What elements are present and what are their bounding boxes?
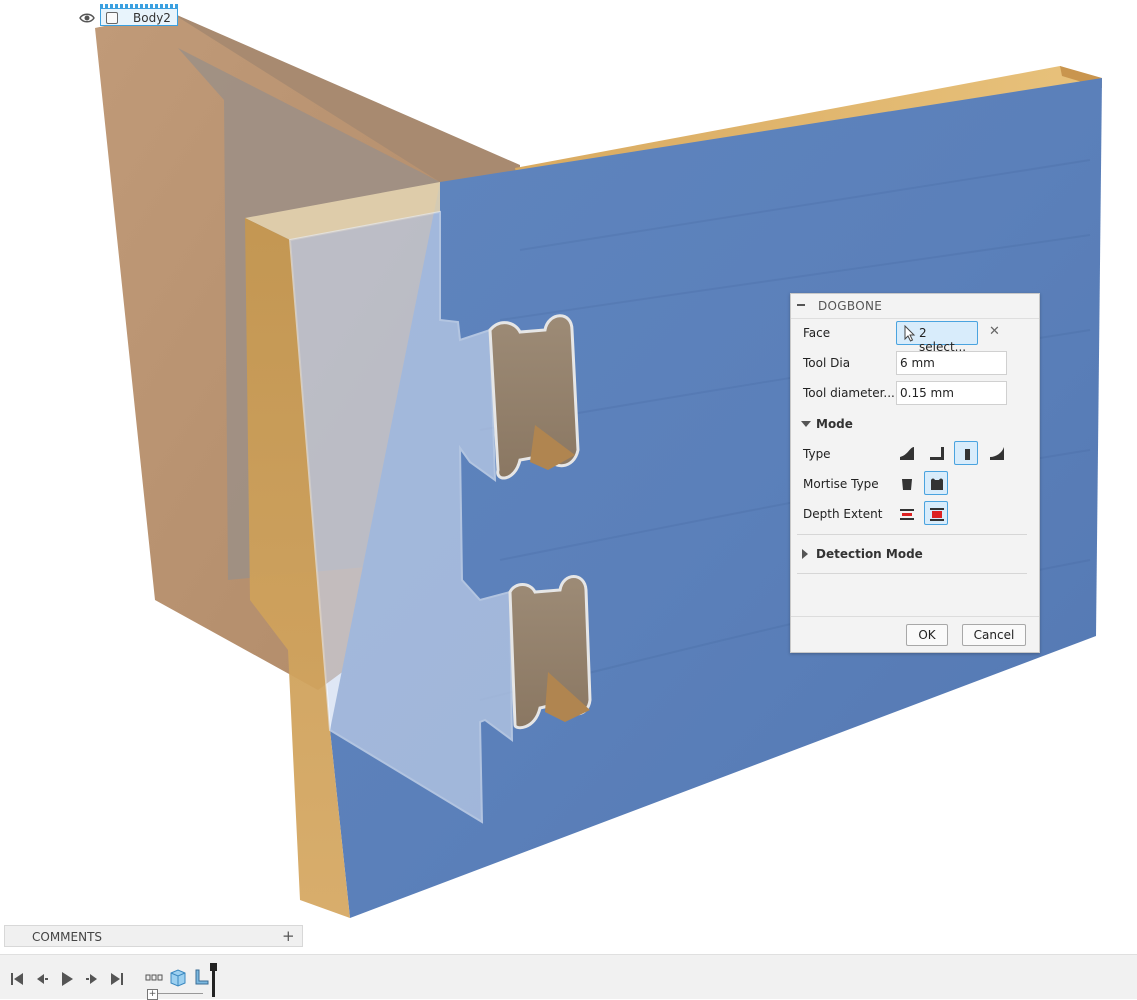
browser-body-row[interactable]: Body2 [76,4,186,28]
dogbone-feature-icon[interactable] [193,967,209,985]
next-icon[interactable] [84,971,100,987]
eye-icon[interactable] [79,11,95,25]
dialog-header[interactable]: DOGBONE [791,294,1039,319]
mortise-label: Mortise Type [803,477,879,491]
mode-section-label: Mode [816,417,853,431]
play-icon[interactable] [59,971,75,987]
detection-section-label: Detection Mode [816,547,923,561]
depth-from-top-icon[interactable] [894,501,918,525]
cursor-icon [904,325,916,342]
collapse-icon[interactable] [797,304,805,306]
mortise-row: Mortise Type [791,471,1039,499]
first-icon[interactable] [9,971,25,987]
dialog-footer: OK Cancel [791,616,1039,653]
type-label: Type [803,447,831,461]
depth-extent-label: Depth Extent [803,507,883,521]
dogbone-dialog: DOGBONE Face 2 select... ✕ Tool Dia Tool… [790,293,1040,653]
tool-offset-input[interactable] [896,381,1007,405]
separator [797,573,1027,574]
detection-section-header[interactable]: Detection Mode [791,542,1039,566]
tool-offset-label: Tool diameter... [803,386,895,400]
depth-extent-row: Depth Extent [791,501,1039,529]
face-select-button[interactable]: 2 select... [896,321,978,354]
body-item[interactable]: Body2 [100,8,178,26]
collapsed-triangle-icon [802,549,808,559]
group-bracket [158,993,203,994]
radius-corner-icon[interactable] [984,441,1008,465]
comments-panel[interactable]: COMMENTS + [4,925,303,947]
face-row: Face 2 select... ✕ [791,320,1039,354]
type-row: Type [791,441,1039,469]
tool-dia-label: Tool Dia [803,356,851,370]
clear-selection-icon[interactable]: ✕ [989,324,1000,339]
tool-offset-row: Tool diameter... [791,380,1039,408]
timeline-marker[interactable] [212,969,215,997]
depth-full-icon[interactable] [924,501,948,525]
separator [797,534,1027,535]
dialog-title: DOGBONE [818,299,883,313]
expanded-triangle-icon [801,421,811,427]
last-icon[interactable] [109,971,125,987]
add-comment-icon[interactable]: + [282,927,295,945]
minimal-dogbone-icon[interactable] [954,441,978,465]
tool-dia-input[interactable] [896,351,1007,375]
normal-corner-icon[interactable] [924,441,948,465]
timeline-bar: + [0,954,1137,1000]
lower-mortise [508,575,592,730]
tool-dia-row: Tool Dia [791,350,1039,378]
body-icon [106,12,118,24]
mortise-short-side-icon[interactable] [924,471,948,495]
sketch-feature-icon[interactable] [145,973,163,989]
dogbone-corner-icon[interactable] [894,441,918,465]
comments-label: COMMENTS [32,930,103,944]
mode-section-header[interactable]: Mode [791,412,1039,436]
body-feature-icon[interactable] [169,968,186,987]
face-label: Face [803,326,831,340]
body-name: Body2 [133,11,171,25]
upper-mortise [488,314,580,480]
expand-group-icon[interactable]: + [147,989,158,1000]
ok-button[interactable]: OK [906,624,948,646]
mortise-long-side-icon[interactable] [894,471,918,495]
cancel-button[interactable]: Cancel [962,624,1026,646]
previous-icon[interactable] [34,971,50,987]
